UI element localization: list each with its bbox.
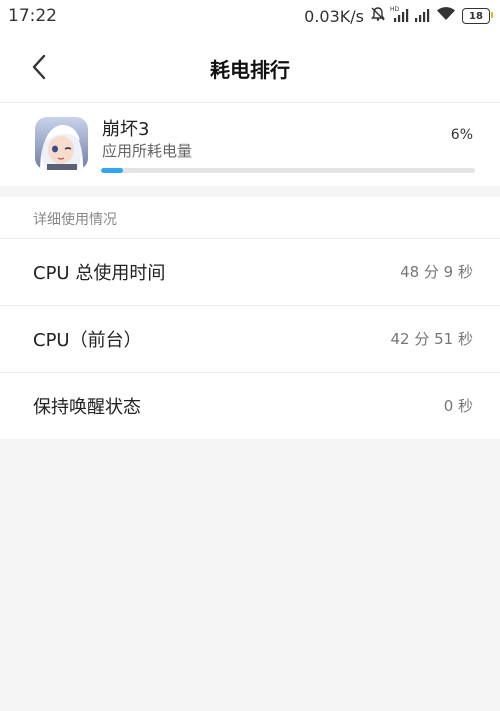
app-icon — [35, 117, 88, 170]
page-title: 耗电排行 — [210, 58, 290, 82]
section-header: 详细使用情况 — [33, 212, 117, 228]
detail-value: 42 分 51 秒 — [390, 330, 473, 348]
app-name: 崩坏3 — [102, 119, 150, 140]
hd-signal-icon: HD — [390, 5, 410, 27]
detail-value: 0 秒 — [443, 397, 473, 415]
progress-fill — [101, 168, 124, 173]
usage-details: 详细使用情况 CPU 总使用时间 48 分 9 秒 CPU（前台） 42 分 5… — [0, 197, 500, 439]
status-time: 17:22 — [8, 6, 57, 26]
status-bar: 17:22 0.03K/s HD 18 — [0, 0, 500, 32]
detail-label: CPU（前台） — [33, 330, 142, 351]
network-speed: 0.03K/s — [304, 6, 364, 26]
svg-text:HD: HD — [390, 6, 400, 13]
mute-icon — [370, 6, 386, 26]
signal-icon — [414, 5, 432, 27]
battery-level: 18 — [469, 10, 483, 22]
detail-value: 48 分 9 秒 — [400, 263, 473, 281]
app-subtitle: 应用所耗电量 — [102, 142, 193, 160]
detail-label: 保持唤醒状态 — [33, 397, 141, 418]
app-usage-card: 崩坏3 应用所耗电量 6% — [0, 103, 500, 186]
battery-icon: 18 — [462, 8, 493, 24]
detail-row-keep-awake: 保持唤醒状态 0 秒 — [0, 372, 500, 439]
detail-row-cpu-total: CPU 总使用时间 48 分 9 秒 — [0, 238, 500, 305]
detail-row-cpu-foreground: CPU（前台） 42 分 51 秒 — [0, 305, 500, 372]
title-bar: 耗电排行 — [0, 32, 500, 103]
power-usage-progress — [101, 168, 475, 173]
detail-label: CPU 总使用时间 — [33, 263, 166, 284]
app-percent: 6% — [450, 127, 473, 143]
wifi-icon — [436, 6, 456, 26]
status-icons: 0.03K/s HD 18 — [304, 5, 493, 27]
